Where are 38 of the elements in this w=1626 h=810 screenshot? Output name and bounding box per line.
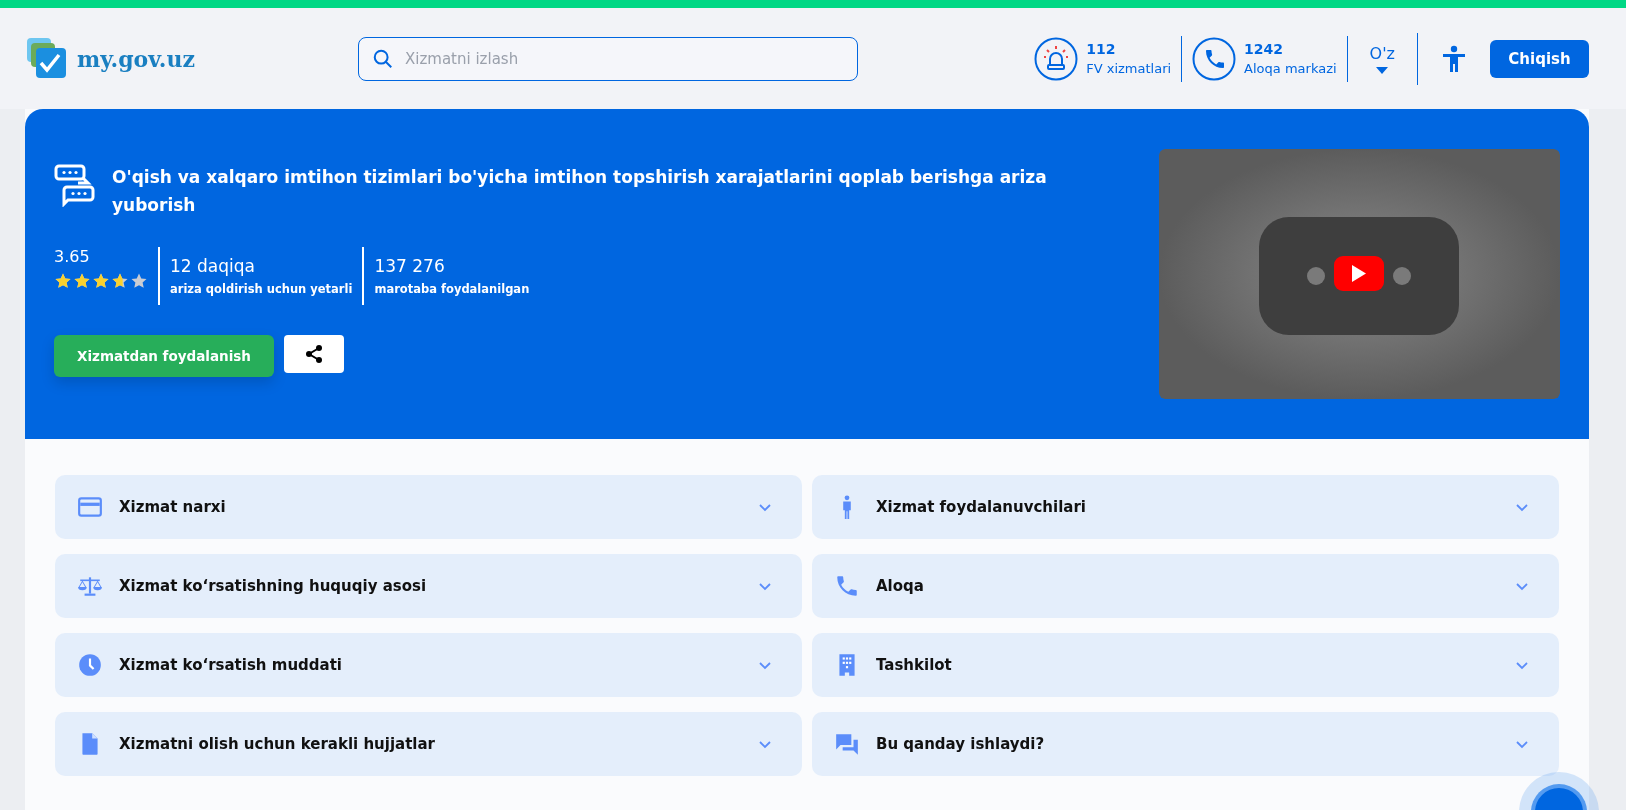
stat-value: 137 276 (374, 256, 446, 276)
stat-label: ariza qoldirish uchun yetarli (170, 282, 353, 296)
accordion-item[interactable]: Xizmatni olish uchun kerakli hujjatlar (55, 712, 802, 776)
accessibility-icon[interactable] (1442, 44, 1466, 73)
accordion-item[interactable]: Bu qanday ishlaydi? (812, 712, 1559, 776)
accordion-item[interactable]: Aloqa (812, 554, 1559, 618)
accordion-item[interactable]: Xizmat koʻrsatishning huquqiy asosi (55, 554, 802, 618)
accordion-item[interactable]: Tashkilot (812, 633, 1559, 697)
star-icon (73, 272, 91, 290)
star-icon (54, 272, 72, 290)
phone-icon (834, 573, 860, 599)
search-field[interactable]: Xizmatni izlash (358, 36, 858, 81)
star-icon (92, 272, 110, 290)
star-icon (111, 272, 129, 290)
credit-card-icon (77, 494, 103, 520)
logo-text[interactable]: my.gov.uz (77, 45, 195, 72)
hotline-label: Aloqa markazi (1244, 61, 1337, 76)
service-title: O'qish va xalqaro imtihon tizimlari bo'yicha imtihon topshirish xarajatlarini qoplab berishga ariza yuborish (112, 166, 1048, 217)
rating-value: 3.65 (54, 247, 91, 266)
chat-bubbles-icon (54, 163, 96, 207)
stat-value: 12 daqiqa (170, 256, 256, 276)
caret-icon[interactable] (1376, 66, 1389, 74)
accordion-item[interactable]: Xizmat narxi (55, 475, 802, 539)
accordion-item[interactable]: Xizmat foydalanuvchilari (812, 475, 1559, 539)
logout-button[interactable]: Chiqish (1490, 39, 1589, 78)
clock-icon (77, 652, 103, 678)
share-button[interactable] (284, 335, 344, 373)
siren-icon (1034, 36, 1079, 81)
chat-icon (834, 731, 860, 757)
accordion-item[interactable]: Xizmat koʻrsatish muddati (55, 633, 802, 697)
hotline-number[interactable]: 1242 (1244, 41, 1337, 57)
stat-label: marotaba foydalanilgan (374, 282, 530, 296)
share-icon (304, 344, 324, 364)
language-selector[interactable]: O'z (1369, 43, 1395, 63)
phone-icon (1192, 36, 1237, 81)
star-icon (130, 272, 148, 290)
hotline-label: FV xizmatlari (1086, 61, 1172, 76)
hotline-number[interactable]: 112 (1086, 41, 1172, 57)
